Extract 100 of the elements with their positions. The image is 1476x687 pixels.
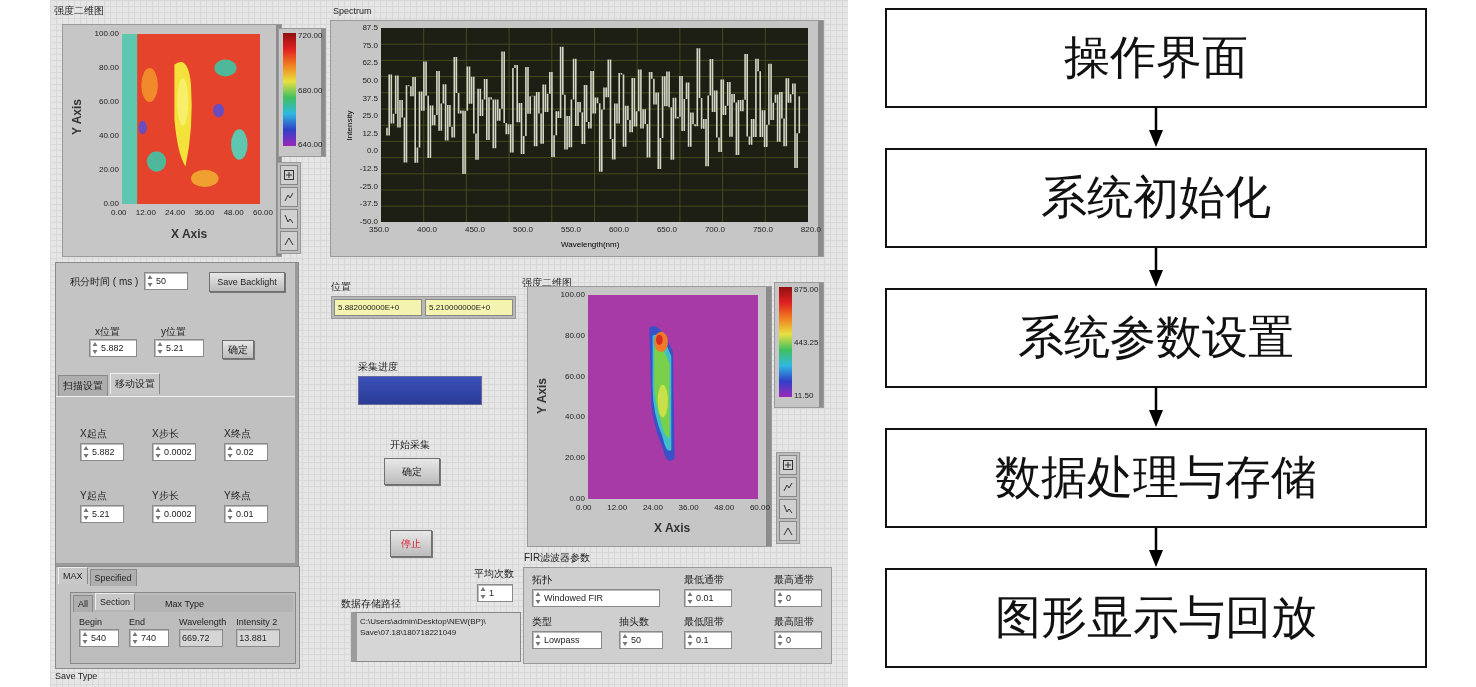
tick-label: 0.00 <box>111 208 127 218</box>
input-field[interactable]: 0.01 <box>684 589 732 607</box>
tick-label: 62.5 <box>362 58 378 69</box>
numeric-field[interactable]: 5.21 <box>154 339 204 357</box>
field-label: 开始采集 <box>390 438 430 452</box>
tick-label: 12.00 <box>607 503 628 513</box>
graph-label: 强度二维图 <box>54 4 104 18</box>
tab[interactable]: 扫描设置 <box>58 375 108 396</box>
numeric-field[interactable]: 0.01 <box>224 505 268 523</box>
graph-tool-button[interactable] <box>779 455 797 475</box>
field-label: X步长 <box>152 427 179 441</box>
zigzag-icon <box>283 191 295 203</box>
scale-label: 720.00 <box>298 31 323 41</box>
field-label: Y步长 <box>152 489 179 503</box>
tick-label: 0.00 <box>103 199 119 209</box>
tick-label: 50.0 <box>362 75 378 86</box>
axis-title: Wavelength(nm) <box>561 240 620 249</box>
numeric-field[interactable]: 5.882 <box>80 443 124 461</box>
field-label: y位置 <box>161 325 186 339</box>
graph-tool-button[interactable] <box>280 165 298 185</box>
value-display: 5.210000000E+0 <box>425 299 513 316</box>
spinner-icon <box>535 591 541 605</box>
path-text: C:\Users\admin\Desktop\NEW(BP)\ <box>360 617 487 626</box>
field-label: 类型 <box>532 615 552 629</box>
tab[interactable]: 移动设置 <box>110 373 160 394</box>
zigzag-icon <box>782 481 794 493</box>
flow-step: 数据处理与存储 <box>885 428 1427 528</box>
input-field[interactable]: Lowpass <box>532 631 602 649</box>
graph-tool-button[interactable] <box>779 499 797 519</box>
field-label: X终点 <box>224 427 251 441</box>
tick-label: 100.00 <box>560 290 585 300</box>
input-field[interactable]: 50 <box>619 631 663 649</box>
tick-label: 12.00 <box>135 208 156 218</box>
numeric-field[interactable]: 1 <box>477 584 513 602</box>
tick-label: 37.5 <box>362 93 378 104</box>
tick-label: 0.00 <box>576 503 592 513</box>
tick-label: 80.00 <box>98 63 119 73</box>
spinner-icon <box>622 633 628 647</box>
numeric-field[interactable]: 540 <box>79 629 119 647</box>
tick-label: 650.0 <box>656 225 677 235</box>
field-label: 抽头数 <box>619 615 649 629</box>
graph-tool-button[interactable] <box>280 187 298 207</box>
tick-label: 87.5 <box>362 23 378 33</box>
numeric-field[interactable]: 5.882 <box>89 339 137 357</box>
confirm-button[interactable]: 确定 <box>222 340 254 359</box>
tick-label: 36.00 <box>678 503 699 513</box>
numeric-field[interactable]: 5.21 <box>80 505 124 523</box>
spinner-icon <box>535 633 541 647</box>
flow-step: 系统初始化 <box>885 148 1427 248</box>
tick-label: 24.00 <box>165 208 186 218</box>
tick-label: 36.00 <box>194 208 215 218</box>
input-field[interactable]: 0 <box>774 589 822 607</box>
spinner-icon <box>777 633 783 647</box>
input-field[interactable]: 0.1 <box>684 631 732 649</box>
tab[interactable]: All <box>73 595 93 612</box>
value-display: 5.882000000E+0 <box>334 299 422 316</box>
axis-title: Y Axis <box>535 378 549 414</box>
field-label: 位置 <box>331 280 351 294</box>
numeric-field[interactable]: 740 <box>129 629 169 647</box>
axis-title: X Axis <box>654 521 691 535</box>
tab[interactable]: Specified <box>89 569 137 586</box>
input-field[interactable]: 0 <box>774 631 822 649</box>
scale-label: 443.25 <box>794 338 819 348</box>
numeric-field[interactable]: 50 <box>144 272 188 290</box>
spinner-icon <box>83 445 89 459</box>
graph-tool-button[interactable] <box>779 521 797 541</box>
tick-label: 60.00 <box>252 208 273 218</box>
field-label: x位置 <box>95 325 120 339</box>
tick-label: 20.00 <box>98 165 119 175</box>
field-label: End <box>129 617 145 627</box>
spinner-icon <box>155 507 161 521</box>
numeric-field[interactable]: 0.0002 <box>152 505 196 523</box>
tick-label: 700.0 <box>704 225 725 235</box>
flow-arrow <box>1146 108 1166 148</box>
numeric-field[interactable]: 0.0002 <box>152 443 196 461</box>
tab[interactable]: Section <box>95 593 136 610</box>
field-label: Intensity 2 <box>236 617 278 627</box>
tick-label: 40.00 <box>564 412 585 423</box>
scale-label: 680.00 <box>298 85 323 96</box>
spinner-icon <box>687 633 693 647</box>
graph-tool-button[interactable] <box>280 209 298 229</box>
graph-tool-button[interactable] <box>280 231 298 251</box>
tab[interactable]: MAX <box>58 567 88 584</box>
save-backlight-button[interactable]: Save Backlight <box>209 272 285 292</box>
flow-step: 操作界面 <box>885 8 1427 108</box>
field-label: 最低通带 <box>684 573 724 587</box>
axis-title: X Axis <box>171 227 208 241</box>
graph-tool-button[interactable] <box>779 477 797 497</box>
column-label: Max Type <box>165 599 204 611</box>
tick-label: 60.00 <box>749 503 770 513</box>
tick-label: 750.0 <box>752 225 773 235</box>
numeric-field[interactable]: 0.02 <box>224 443 268 461</box>
tick-label: 820.0 <box>800 225 821 235</box>
confirm-button[interactable]: 确定 <box>384 458 440 485</box>
spinner-icon <box>157 341 163 355</box>
tick-label: 12.5 <box>362 128 378 139</box>
tick-label: 80.00 <box>564 330 585 341</box>
flow-step: 图形显示与回放 <box>885 568 1427 668</box>
field-label: 平均次数 <box>474 567 514 581</box>
input-field[interactable]: Windowed FIR <box>532 589 660 607</box>
